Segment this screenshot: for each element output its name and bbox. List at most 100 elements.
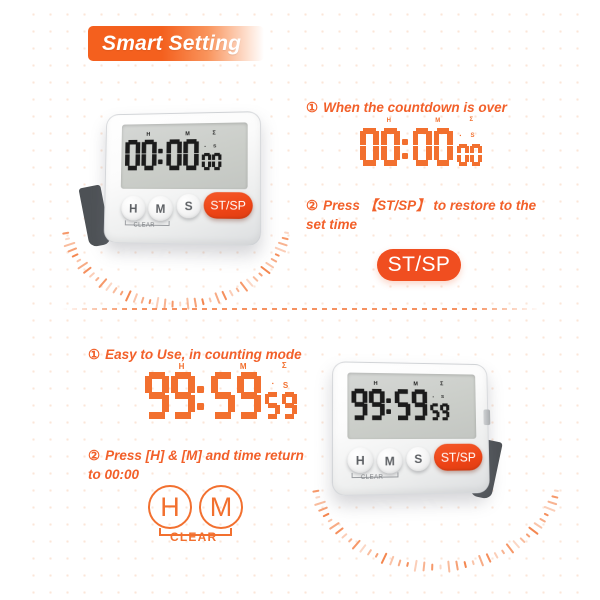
device-button-m[interactable]: M xyxy=(377,448,403,474)
page-right-margin xyxy=(586,0,600,600)
halo-tick xyxy=(67,246,78,253)
seven-segment-digit xyxy=(281,392,297,419)
halo-tick xyxy=(485,553,492,564)
lcd-blink-dot: ▪ xyxy=(271,381,274,387)
device-button-stsp-label: ST/SP xyxy=(440,450,476,465)
device-button-stsp[interactable]: ST/SP xyxy=(203,192,253,220)
device-button-m[interactable]: M xyxy=(148,195,173,222)
lcd-unit-label: M xyxy=(239,362,247,371)
halo-tick xyxy=(505,542,515,554)
halo-tick xyxy=(220,290,228,301)
key-callout-m[interactable]: M xyxy=(199,485,243,529)
halo-tick xyxy=(264,261,275,270)
device-button-stsp-label: ST/SP xyxy=(210,198,246,213)
halo-tick xyxy=(550,495,559,500)
step-2-top-text: Press 【ST/SP】 to restore to the set time xyxy=(306,198,537,233)
halo-tick xyxy=(543,512,549,517)
halo-tick xyxy=(405,561,410,568)
key-callout-h[interactable]: H xyxy=(148,485,192,529)
device-button-h[interactable]: H xyxy=(347,447,374,474)
halo-tick xyxy=(283,231,290,235)
seven-segment-digit xyxy=(210,372,235,419)
halo-tick xyxy=(477,554,485,567)
halo-tick xyxy=(446,560,451,573)
seven-segment-digit xyxy=(430,403,440,421)
device-side-knob xyxy=(483,409,491,426)
halo-tick xyxy=(328,521,341,531)
lcd-unit-label: M xyxy=(185,131,191,137)
halo-tick xyxy=(132,293,139,304)
halo-tick xyxy=(388,555,395,566)
halo-tick xyxy=(239,281,249,293)
halo-tick xyxy=(64,236,71,241)
halo-tick xyxy=(147,298,152,305)
halo-tick xyxy=(525,533,531,539)
step-1-bottom-number: ① xyxy=(88,347,101,362)
seven-segment-colon xyxy=(197,372,207,419)
device-clear-label: CLEAR xyxy=(133,222,155,229)
device-button-stsp[interactable]: ST/SP xyxy=(433,443,483,471)
lcd-unit-label: H xyxy=(386,118,392,124)
halo-tick xyxy=(518,536,526,544)
seven-segment-digit xyxy=(469,144,482,166)
step-2-bottom: ② Press [H] & [M] and time return to 00:0… xyxy=(88,446,318,484)
lcd-unit-label: M xyxy=(413,381,419,388)
halo-tick xyxy=(471,559,475,566)
halo-tick xyxy=(492,551,499,560)
stsp-callout-button[interactable]: ST/SP xyxy=(377,249,461,281)
step-2-bottom-number: ② xyxy=(88,448,101,463)
halo-tick xyxy=(358,543,367,554)
halo-tick xyxy=(553,489,560,493)
step-1-top: ① When the countdown is over xyxy=(306,98,576,117)
halo-tick xyxy=(366,548,373,556)
device-button-s[interactable]: S xyxy=(176,193,201,219)
halo-tick xyxy=(274,246,287,254)
halo-tick xyxy=(94,276,100,282)
device-button-m-label: M xyxy=(155,201,166,216)
seconds-group xyxy=(202,152,223,174)
seven-segment-digit xyxy=(125,139,141,171)
page-title: Smart Setting xyxy=(102,31,242,55)
seven-segment-digit xyxy=(360,128,379,166)
lcd-unit-label: H xyxy=(146,132,151,138)
device-button-m-label: M xyxy=(384,453,395,468)
device-button-s[interactable]: S xyxy=(406,446,431,472)
device-button-h[interactable]: H xyxy=(121,195,146,221)
device-digits-top: H M Σ S ▪ xyxy=(125,130,223,174)
device-button-s-label: S xyxy=(414,451,423,467)
seven-segment-digit xyxy=(412,128,432,166)
halo-tick xyxy=(340,532,348,539)
halo-tick xyxy=(259,265,271,275)
seven-segment-digit xyxy=(456,144,469,166)
halo-tick xyxy=(422,561,426,572)
seven-segment-digit xyxy=(202,152,212,171)
lcd-unit-label: S xyxy=(282,381,289,390)
halo-tick xyxy=(397,558,402,567)
halo-tick xyxy=(75,258,82,263)
seven-segment-digit xyxy=(236,372,261,419)
halo-tick xyxy=(462,560,468,569)
step-2-top-number: ② xyxy=(306,198,319,213)
halo-tick xyxy=(533,521,543,530)
halo-tick xyxy=(208,297,212,303)
seven-segment-digit xyxy=(440,403,450,421)
halo-tick xyxy=(512,539,521,549)
lcd-readout-top: H M Σ S ▪ xyxy=(360,117,483,171)
halo-tick xyxy=(178,301,182,307)
halo-tick xyxy=(274,253,280,258)
halo-tick xyxy=(500,549,506,555)
halo-tick xyxy=(347,537,353,543)
timer-device-top: H M Σ S ▪ H M S ST/SP CLEAR xyxy=(78,108,263,248)
device-button-h-label: H xyxy=(129,201,138,216)
halo-tick xyxy=(374,552,379,559)
seconds-group xyxy=(264,392,299,424)
seven-segment-colon xyxy=(157,140,165,171)
halo-tick xyxy=(430,563,434,571)
halo-tick xyxy=(111,286,118,294)
halo-tick xyxy=(88,271,96,279)
halo-tick xyxy=(315,495,321,499)
lcd-blink-dot: ▪ xyxy=(204,144,207,150)
seven-segment-digit xyxy=(183,139,200,171)
seconds-group xyxy=(430,403,450,424)
lcd-unit-label: Σ xyxy=(440,381,444,387)
